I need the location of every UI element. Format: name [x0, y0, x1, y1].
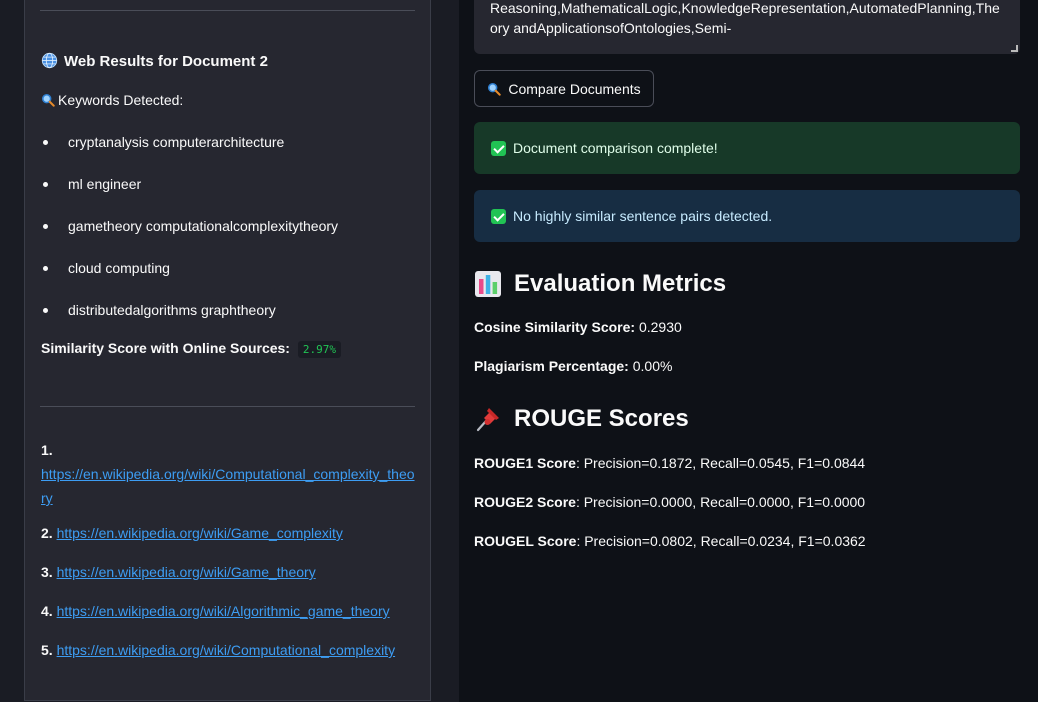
source-link[interactable]: https://en.wikipedia.org/wiki/Algorithmi… [57, 603, 390, 619]
info-alert: No highly similar sentence pairs detecte… [474, 190, 1020, 242]
plagiarism-label: Plagiarism Percentage: [474, 358, 629, 374]
link-number: 1. [41, 442, 53, 458]
success-alert: Document comparison complete! [474, 122, 1020, 174]
rouge-label: ROUGEL Score [474, 533, 577, 549]
keyword-item: distributedalgorithms graphtheory [41, 289, 338, 331]
compare-documents-button[interactable]: Compare Documents [474, 70, 654, 107]
similarity-label: Similarity Score with Online Sources: [41, 340, 290, 356]
magnifying-glass-icon [41, 93, 55, 107]
metrics-heading-text: Evaluation Metrics [514, 270, 727, 297]
divider [40, 10, 415, 11]
check-box-icon [491, 140, 506, 156]
compare-button-label: Compare Documents [508, 80, 641, 97]
document-text[interactable]: Reasoning,MathematicalLogic,KnowledgeRep… [490, 0, 1000, 38]
keyword-item: gametheory computationalcomplexitytheory [41, 205, 338, 247]
rouge-value: : Precision=0.0802, Recall=0.0234, F1=0.… [576, 533, 866, 549]
plagiarism-percentage: Plagiarism Percentage: 0.00% [474, 358, 672, 374]
rougel-score: ROUGEL Score: Precision=0.0802, Recall=0… [474, 533, 866, 549]
divider [40, 406, 415, 407]
check-box-icon [491, 208, 506, 224]
cosine-value: 0.2930 [638, 319, 682, 335]
source-link-row: 1. https://en.wikipedia.org/wiki/Computa… [41, 438, 419, 510]
link-number: 2. [41, 525, 53, 541]
rouge-value: : Precision=0.1872, Recall=0.0545, F1=0.… [575, 455, 866, 471]
info-message: No highly similar sentence pairs detecte… [513, 208, 773, 224]
plagiarism-value: 0.00% [632, 358, 673, 374]
link-number: 3. [41, 564, 53, 580]
source-link-row: 2. https://en.wikipedia.org/wiki/Game_co… [41, 525, 419, 541]
success-message: Document comparison complete! [513, 140, 718, 156]
source-link[interactable]: https://en.wikipedia.org/wiki/Game_compl… [57, 525, 343, 541]
keywords-title: Keywords Detected: [58, 92, 184, 108]
source-link[interactable]: https://en.wikipedia.org/wiki/Computatio… [41, 466, 415, 506]
magnifying-glass-icon [488, 82, 502, 96]
online-similarity: Similarity Score with Online Sources: 2.… [41, 340, 341, 358]
pushpin-icon [476, 408, 499, 432]
rouge-label: ROUGE1 Score [474, 455, 576, 471]
web-results-heading: Web Results for Document 2 [41, 52, 268, 70]
keyword-item: ml engineer [41, 163, 338, 205]
source-link[interactable]: https://en.wikipedia.org/wiki/Computatio… [57, 642, 396, 658]
left-column: Web Results for Document 2 Keywords Dete… [0, 0, 459, 702]
rouge1-score: ROUGE1 Score: Precision=0.1872, Recall=0… [474, 455, 865, 471]
keyword-list: cryptanalysis computerarchitecture ml en… [41, 121, 338, 331]
source-link[interactable]: https://en.wikipedia.org/wiki/Game_theor… [57, 564, 316, 580]
source-link-row: 3. https://en.wikipedia.org/wiki/Game_th… [41, 564, 419, 580]
source-link-row: 4. https://en.wikipedia.org/wiki/Algorit… [41, 603, 419, 619]
cosine-label: Cosine Similarity Score: [474, 319, 636, 335]
rouge-label: ROUGE2 Score [474, 494, 576, 510]
keyword-item: cloud computing [41, 247, 338, 289]
similarity-value: 2.97% [297, 341, 341, 358]
source-link-row: 5. https://en.wikipedia.org/wiki/Computa… [41, 642, 419, 658]
link-number: 4. [41, 603, 53, 619]
globe-icon [41, 52, 58, 69]
document-2-panel: Web Results for Document 2 Keywords Dete… [24, 0, 431, 701]
document-text-area[interactable]: Reasoning,MathematicalLogic,KnowledgeRep… [474, 0, 1020, 54]
link-number: 5. [41, 642, 53, 658]
rouge-value: : Precision=0.0000, Recall=0.0000, F1=0.… [575, 494, 866, 510]
rouge-heading-text: ROUGE Scores [514, 405, 689, 432]
keywords-heading: Keywords Detected: [41, 92, 183, 108]
web-results-title: Web Results for Document 2 [64, 53, 268, 70]
keyword-item: cryptanalysis computerarchitecture [41, 121, 338, 163]
main-content: Reasoning,MathematicalLogic,KnowledgeRep… [459, 0, 1038, 702]
rouge-scores-heading: ROUGE Scores [474, 405, 689, 433]
evaluation-metrics-heading: Evaluation Metrics [474, 270, 726, 298]
cosine-similarity: Cosine Similarity Score: 0.2930 [474, 319, 682, 335]
rouge2-score: ROUGE2 Score: Precision=0.0000, Recall=0… [474, 494, 865, 510]
resize-handle-icon[interactable] [1011, 45, 1018, 52]
bar-chart-icon [475, 271, 501, 297]
